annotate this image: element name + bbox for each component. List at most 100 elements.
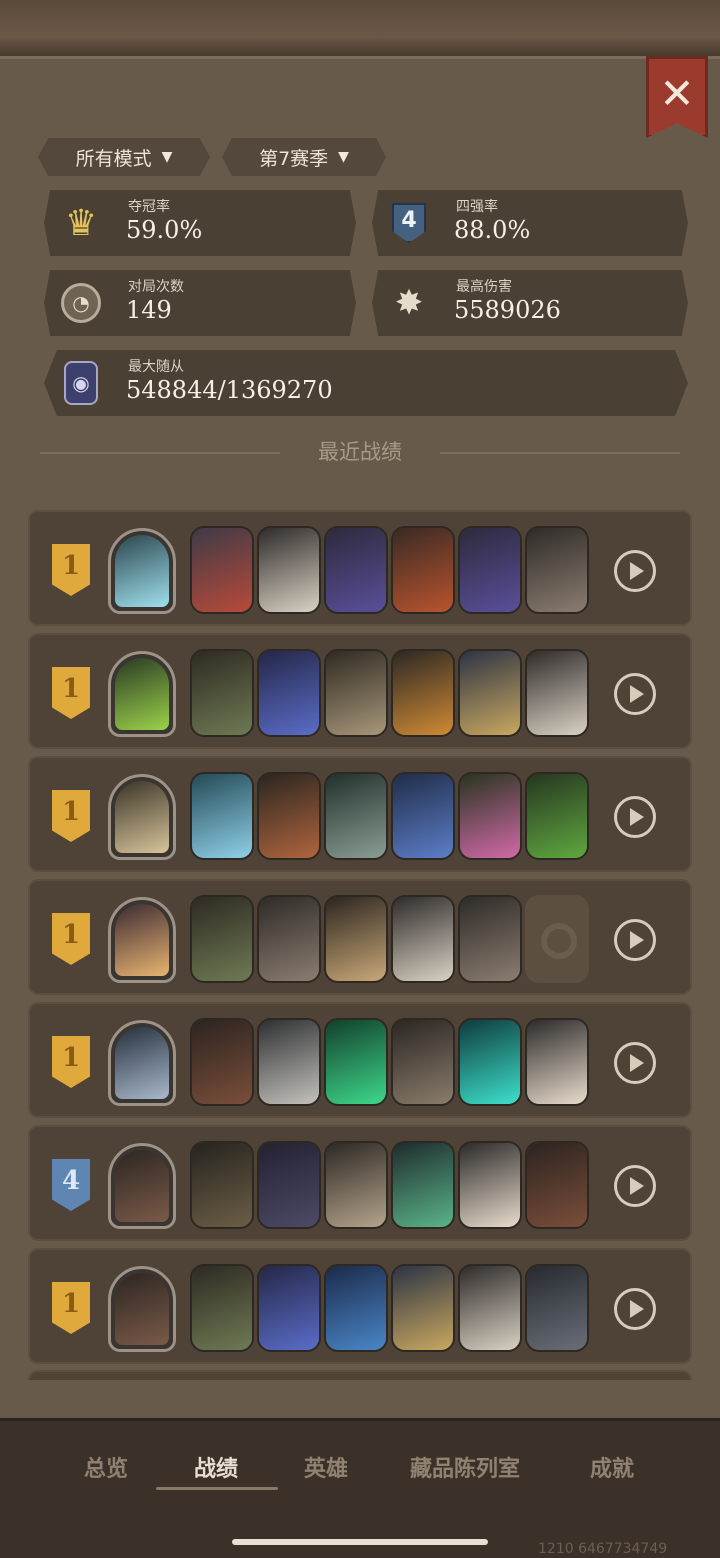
steam-robot-icon	[192, 1143, 252, 1227]
minion-card[interactable]	[190, 649, 254, 737]
replay-button[interactable]	[614, 1042, 656, 1084]
season-filter-dropdown[interactable]: 第7赛季 ▼	[222, 138, 386, 176]
match-row[interactable]: 1	[28, 1002, 692, 1118]
minion-portrait-icon: ◉	[58, 360, 104, 406]
flower-sprite-icon	[460, 774, 520, 858]
minion-card[interactable]	[458, 895, 522, 983]
minion-card[interactable]	[324, 649, 388, 737]
rank-badge: 1	[52, 790, 90, 842]
minion-card[interactable]	[391, 649, 455, 737]
match-row[interactable]: 1	[28, 756, 692, 872]
minion-card[interactable]	[458, 772, 522, 860]
minion-card[interactable]	[525, 649, 589, 737]
wood-header	[0, 0, 720, 62]
play-icon	[630, 1300, 644, 1318]
minion-card[interactable]	[324, 1018, 388, 1106]
stat-label: 四强率	[456, 199, 498, 215]
minion-card[interactable]	[257, 1264, 321, 1352]
minion-card[interactable]	[324, 526, 388, 614]
minion-card[interactable]	[190, 772, 254, 860]
minion-card[interactable]	[525, 1018, 589, 1106]
minion-card[interactable]	[257, 649, 321, 737]
minion-card[interactable]	[458, 649, 522, 737]
minion-card[interactable]	[324, 895, 388, 983]
minion-card[interactable]	[190, 895, 254, 983]
match-row[interactable]: 1	[28, 633, 692, 749]
replay-button[interactable]	[614, 796, 656, 838]
rank-badge: 4	[52, 1159, 90, 1211]
chevron-down-icon: ▼	[161, 149, 173, 165]
replay-button[interactable]	[614, 673, 656, 715]
minion-card[interactable]	[391, 1018, 455, 1106]
minion-card[interactable]	[391, 772, 455, 860]
sumo-boar-icon	[527, 1266, 587, 1350]
minion-card[interactable]	[391, 895, 455, 983]
ice-dragon-hero-icon	[115, 535, 169, 607]
goblin-rider-icon	[192, 528, 252, 612]
play-icon	[630, 562, 644, 580]
clock-icon: ◔	[58, 280, 104, 326]
minion-card[interactable]	[324, 772, 388, 860]
minion-card[interactable]	[525, 1264, 589, 1352]
green-slime-hero-icon	[115, 658, 169, 730]
minion-card[interactable]	[458, 1018, 522, 1106]
minion-card[interactable]	[525, 772, 589, 860]
shadow-cat-icon	[259, 1143, 319, 1227]
minion-card[interactable]	[257, 526, 321, 614]
stat-label: 对局次数	[128, 279, 184, 295]
armored-ape-icon	[527, 1143, 587, 1227]
replay-button[interactable]	[614, 1288, 656, 1330]
hero-portrait[interactable]	[108, 528, 176, 614]
tab-achievements[interactable]: 成就	[590, 1451, 634, 1483]
match-history-list[interactable]: 1 1 1 1 1 4 1	[28, 510, 692, 1380]
cow-wizard-icon	[527, 651, 587, 735]
minion-card[interactable]	[458, 1264, 522, 1352]
rank-badge: 1	[52, 667, 90, 719]
minion-card[interactable]	[257, 1141, 321, 1229]
minion-card[interactable]	[324, 1141, 388, 1229]
pig-scientist-icon	[527, 1020, 587, 1104]
minion-card[interactable]	[525, 526, 589, 614]
minion-card[interactable]	[257, 1018, 321, 1106]
old-scribe-icon	[326, 1143, 386, 1227]
match-row[interactable]: 1	[28, 1248, 692, 1364]
minion-card[interactable]	[190, 526, 254, 614]
tab-records[interactable]: 战绩	[194, 1451, 238, 1483]
stat-value: 59.0%	[126, 216, 203, 244]
green-dragon-icon	[527, 774, 587, 858]
minion-card[interactable]	[458, 526, 522, 614]
minion-card[interactable]	[257, 895, 321, 983]
replay-button[interactable]	[614, 919, 656, 961]
minion-card[interactable]	[391, 1264, 455, 1352]
match-row[interactable]: 1	[28, 879, 692, 995]
mode-filter-dropdown[interactable]: 所有模式 ▼	[38, 138, 210, 176]
minion-card[interactable]	[458, 1141, 522, 1229]
minion-card[interactable]	[525, 1141, 589, 1229]
rat-bandit-icon	[527, 528, 587, 612]
cyan-golem-icon	[460, 1020, 520, 1104]
replay-button[interactable]	[614, 550, 656, 592]
minion-card[interactable]	[391, 1141, 455, 1229]
match-row[interactable]: 1	[28, 510, 692, 626]
hero-portrait[interactable]	[108, 651, 176, 737]
hero-portrait[interactable]	[108, 1266, 176, 1352]
minion-card[interactable]	[324, 1264, 388, 1352]
hero-portrait[interactable]	[108, 1020, 176, 1106]
hero-portrait[interactable]	[108, 1143, 176, 1229]
tab-collection[interactable]: 藏品陈列室	[410, 1451, 520, 1483]
minion-card[interactable]	[257, 772, 321, 860]
tab-overview[interactable]: 总览	[84, 1451, 128, 1483]
minion-card[interactable]	[190, 1141, 254, 1229]
minion-card[interactable]	[190, 1018, 254, 1106]
blue-elf-lady-icon	[393, 774, 453, 858]
hero-portrait[interactable]	[108, 774, 176, 860]
stat-value: 88.0%	[454, 216, 531, 244]
active-tab-indicator	[156, 1487, 278, 1490]
stat-max-damage: ✸ 最高伤害 5589026	[372, 270, 688, 336]
minion-card[interactable]	[391, 526, 455, 614]
hero-portrait[interactable]	[108, 897, 176, 983]
replay-button[interactable]	[614, 1165, 656, 1207]
minion-card[interactable]	[190, 1264, 254, 1352]
match-row[interactable]: 4	[28, 1125, 692, 1241]
tab-heroes[interactable]: 英雄	[304, 1451, 348, 1483]
